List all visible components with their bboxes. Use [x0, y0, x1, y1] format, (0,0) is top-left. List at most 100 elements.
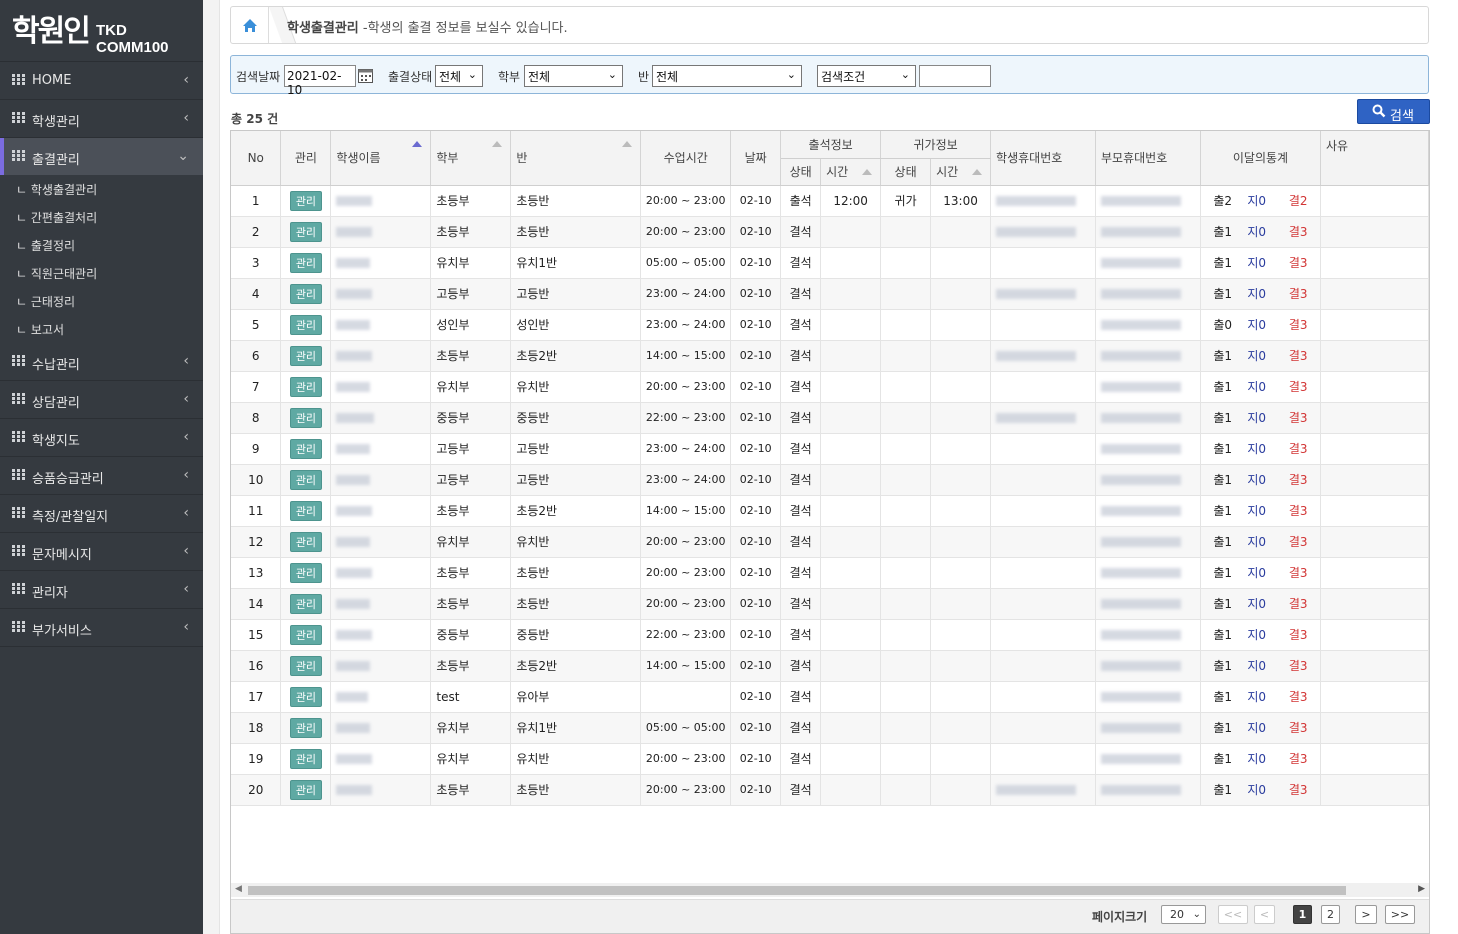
- manage-button[interactable]: 관리: [289, 469, 323, 490]
- sidebar-item-home[interactable]: HOME ‹: [0, 62, 203, 100]
- dept-select[interactable]: 전체 ⌄: [524, 65, 623, 87]
- scroll-left-icon[interactable]: ◀: [235, 884, 242, 894]
- table-row[interactable]: 12 관리 유치부 유치반 20:00 ~ 23:00 02-10 결석 출1 지0 결3: [231, 526, 1429, 558]
- table-row[interactable]: 9 관리 고등부 고등반 23:00 ~ 24:00 02-10 결석 출1 지0 결3: [231, 433, 1429, 465]
- col-parent-phone[interactable]: 부모휴대번호: [1095, 131, 1201, 186]
- manage-button[interactable]: 관리: [289, 345, 323, 366]
- table-row[interactable]: 20 관리 초등부 초등반 20:00 ~ 23:00 02-10 결석 출1 지0 결3: [231, 774, 1429, 806]
- sidebar-item-sms[interactable]: 문자메시지 ‹: [0, 533, 203, 571]
- sort-icon[interactable]: [862, 168, 873, 175]
- sort-asc-icon[interactable]: [412, 141, 423, 147]
- sidebar-item-students[interactable]: 학생관리 ‹: [0, 100, 203, 138]
- home-button[interactable]: [231, 7, 269, 43]
- table-row[interactable]: 3 관리 유치부 유치1반 05:00 ~ 05:00 02-10 결석 출1 지0 결3: [231, 247, 1429, 279]
- status-select[interactable]: 전체 ⌄: [435, 65, 483, 87]
- col-home-time[interactable]: 시간: [930, 158, 992, 186]
- calendar-icon[interactable]: [358, 68, 373, 83]
- next-page-button[interactable]: >: [1355, 905, 1377, 924]
- date-input[interactable]: 2021-02-10: [284, 65, 356, 97]
- col-att-time[interactable]: 시간: [820, 158, 882, 186]
- manage-button[interactable]: 관리: [289, 407, 323, 428]
- page-1-button[interactable]: 1: [1293, 905, 1312, 924]
- col-class[interactable]: 반: [510, 131, 642, 186]
- condition-select[interactable]: 검색조건 ⌄: [817, 65, 916, 87]
- sidebar-item-admin[interactable]: 관리자 ‹: [0, 571, 203, 609]
- table-row[interactable]: 19 관리 유치부 유치반 20:00 ~ 23:00 02-10 결석 출1 지0 결3: [231, 743, 1429, 775]
- table-row[interactable]: 1 관리 초등부 초등반 20:00 ~ 23:00 02-10 출석 12:00 귀가 13:0…: [231, 185, 1429, 217]
- table-row[interactable]: 4 관리 고등부 고등반 23:00 ~ 24:00 02-10 결석 출1 지0 결3: [231, 278, 1429, 310]
- sidebar-item-attendance[interactable]: 출결관리 ⌄: [0, 138, 203, 176]
- class-select[interactable]: 전체 ⌄: [652, 65, 802, 87]
- table-row[interactable]: 5 관리 성인부 성인반 23:00 ~ 24:00 02-10 결석 출0 지0 결3: [231, 309, 1429, 341]
- col-home-state[interactable]: 상태: [880, 158, 932, 186]
- table-row[interactable]: 8 관리 중등부 중등반 22:00 ~ 23:00 02-10 결석 출1 지0 결3: [231, 402, 1429, 434]
- submenu-item-staff-attendance[interactable]: ㄴ 직원근태관리: [0, 259, 203, 287]
- first-page-button[interactable]: <<: [1218, 905, 1248, 924]
- col-student-phone[interactable]: 학생휴대번호: [990, 131, 1097, 186]
- manage-button[interactable]: 관리: [289, 314, 323, 335]
- manage-button[interactable]: 관리: [289, 562, 323, 583]
- table-row[interactable]: 2 관리 초등부 초등반 20:00 ~ 23:00 02-10 결석 출1 지0 결3: [231, 216, 1429, 248]
- col-reason[interactable]: 사유: [1320, 131, 1429, 186]
- col-att-state[interactable]: 상태: [780, 158, 822, 186]
- col-monthly-stats[interactable]: 이달의통계: [1200, 131, 1321, 186]
- manage-button[interactable]: 관리: [289, 779, 323, 800]
- table-row[interactable]: 16 관리 초등부 초등2반 14:00 ~ 15:00 02-10 결석 출1 지0 결3: [231, 650, 1429, 682]
- submenu-item-staff-summary[interactable]: ㄴ 근태정리: [0, 287, 203, 315]
- search-button[interactable]: 검색: [1357, 99, 1430, 124]
- manage-button[interactable]: 관리: [289, 748, 323, 769]
- manage-button[interactable]: 관리: [289, 283, 323, 304]
- prev-page-button[interactable]: <: [1254, 905, 1275, 924]
- col-no[interactable]: No: [231, 131, 282, 186]
- submenu-item-attendance-summary[interactable]: ㄴ 출결정리: [0, 231, 203, 259]
- col-name[interactable]: 학생이름: [330, 131, 432, 186]
- manage-button[interactable]: 관리: [289, 624, 323, 645]
- manage-button[interactable]: 관리: [289, 190, 323, 211]
- page-size-select[interactable]: 20 ⌄: [1161, 905, 1206, 924]
- manage-button[interactable]: 관리: [289, 655, 323, 676]
- manage-button[interactable]: 관리: [289, 221, 323, 242]
- table-row[interactable]: 11 관리 초등부 초등2반 14:00 ~ 15:00 02-10 결석 출1 지0 결3: [231, 495, 1429, 527]
- col-time[interactable]: 수업시간: [640, 131, 732, 186]
- cell-att-time: [820, 278, 882, 310]
- manage-button[interactable]: 관리: [289, 376, 323, 397]
- keyword-input[interactable]: [919, 65, 991, 87]
- sidebar-collapse-strip[interactable]: [203, 0, 220, 934]
- col-date[interactable]: 날짜: [730, 131, 782, 186]
- brand-logo[interactable]: 학원인 TKD COMM100: [0, 0, 203, 62]
- table-row[interactable]: 14 관리 초등부 초등반 20:00 ~ 23:00 02-10 결석 출1 지0 결3: [231, 588, 1429, 620]
- sidebar-item-promotion[interactable]: 승품승급관리 ‹: [0, 457, 203, 495]
- col-manage[interactable]: 관리: [280, 131, 332, 186]
- page-2-button[interactable]: 2: [1321, 905, 1340, 924]
- sidebar-item-observation[interactable]: 측정/관찰일지 ‹: [0, 495, 203, 533]
- table-row[interactable]: 13 관리 초등부 초등반 20:00 ~ 23:00 02-10 결석 출1 지0 결3: [231, 557, 1429, 589]
- sidebar-item-payments[interactable]: 수납관리 ‹: [0, 343, 203, 381]
- manage-button[interactable]: 관리: [289, 438, 323, 459]
- manage-button[interactable]: 관리: [289, 500, 323, 521]
- last-page-button[interactable]: >>: [1385, 905, 1415, 924]
- sidebar-item-guidance[interactable]: 학생지도 ‹: [0, 419, 203, 457]
- manage-button[interactable]: 관리: [289, 252, 323, 273]
- scrollbar-thumb[interactable]: [248, 886, 1346, 895]
- table-row[interactable]: 6 관리 초등부 초등2반 14:00 ~ 15:00 02-10 결석 출1 지0 결3: [231, 340, 1429, 372]
- table-row[interactable]: 10 관리 고등부 고등반 23:00 ~ 24:00 02-10 결석 출1 지0 결3: [231, 464, 1429, 496]
- table-row[interactable]: 18 관리 유치부 유치1반 05:00 ~ 05:00 02-10 결석 출1 지0 결3: [231, 712, 1429, 744]
- submenu-item-quick-attendance[interactable]: ㄴ 간편출결처리: [0, 203, 203, 231]
- scroll-right-icon[interactable]: ▶: [1418, 884, 1425, 894]
- manage-button[interactable]: 관리: [289, 593, 323, 614]
- sort-icon[interactable]: [622, 141, 633, 147]
- manage-button[interactable]: 관리: [289, 531, 323, 552]
- sidebar-item-counseling[interactable]: 상담관리 ‹: [0, 381, 203, 419]
- sidebar-item-addon[interactable]: 부가서비스 ‹: [0, 609, 203, 647]
- table-row[interactable]: 7 관리 유치부 유치반 20:00 ~ 23:00 02-10 결석 출1 지0 결3: [231, 371, 1429, 403]
- table-row[interactable]: 15 관리 중등부 중등반 22:00 ~ 23:00 02-10 결석 출1 지0 결3: [231, 619, 1429, 651]
- table-row[interactable]: 17 관리 test 유아부 02-10 결석 출1 지0 결3: [231, 681, 1429, 713]
- sort-icon[interactable]: [972, 168, 983, 175]
- sort-icon[interactable]: [492, 141, 503, 147]
- manage-button[interactable]: 관리: [289, 686, 323, 707]
- col-dept[interactable]: 학부: [430, 131, 512, 186]
- horizontal-scrollbar[interactable]: ◀ ▶: [231, 883, 1429, 897]
- manage-button[interactable]: 관리: [289, 717, 323, 738]
- submenu-item-student-attendance[interactable]: ㄴ 학생출결관리: [0, 175, 203, 203]
- submenu-item-report[interactable]: ㄴ 보고서: [0, 315, 203, 343]
